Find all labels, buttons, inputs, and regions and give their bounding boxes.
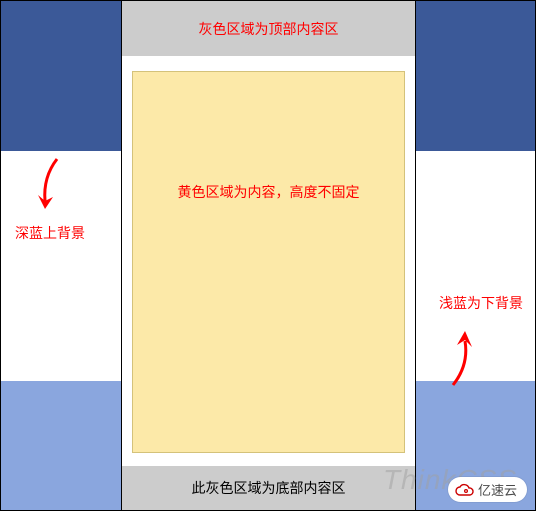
- bottom-area-label: 此灰色区域为底部内容区: [192, 478, 346, 498]
- annotation-left-label: 深蓝上背景: [15, 223, 85, 243]
- arrow-left-down-icon: [35, 157, 65, 217]
- diagram-canvas: 灰色区域为顶部内容区 黄色区域为内容，高度不固定 此灰色区域为底部内容区 深蓝上…: [0, 0, 536, 511]
- annotation-right-label: 浅蓝为下背景: [439, 293, 523, 313]
- gap: [122, 56, 415, 71]
- bottom-gray-content-area: 此灰色区域为底部内容区: [122, 466, 415, 510]
- brand-label: 亿速云: [478, 480, 517, 499]
- top-gray-content-area: 灰色区域为顶部内容区: [122, 1, 415, 56]
- yellow-content-area: 黄色区域为内容，高度不固定: [132, 71, 405, 453]
- center-content-column: 灰色区域为顶部内容区 黄色区域为内容，高度不固定 此灰色区域为底部内容区: [121, 1, 416, 510]
- top-area-label: 灰色区域为顶部内容区: [199, 19, 339, 39]
- arrow-right-up-icon: [445, 321, 475, 387]
- brand-chip: 亿速云: [448, 477, 527, 502]
- yellow-area-label: 黄色区域为内容，高度不固定: [178, 182, 360, 202]
- cloud-icon: [454, 483, 474, 497]
